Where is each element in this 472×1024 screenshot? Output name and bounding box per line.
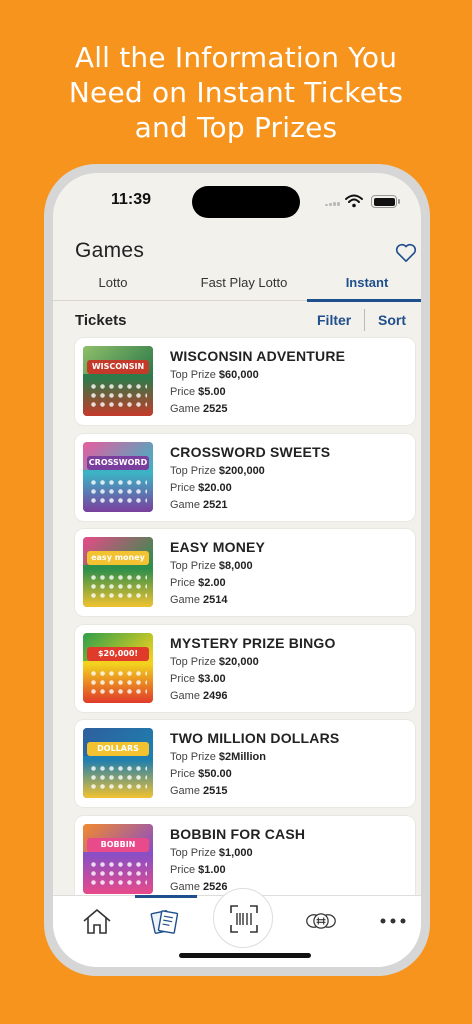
top-prize: Top Prize $1,000 (170, 846, 253, 859)
headline-line-2: Need on Instant Tickets (68, 76, 404, 109)
nav-active-indicator (135, 895, 197, 898)
headline-line-3: and Top Prizes (134, 111, 338, 144)
tickets-icon[interactable] (149, 906, 181, 936)
filter-button[interactable]: Filter (317, 312, 351, 328)
page-title: Games (75, 239, 145, 262)
ticket-thumbnail: WISCONSIN (83, 346, 153, 416)
more-icon[interactable] (377, 906, 409, 936)
top-prize: Top Prize $8,000 (170, 560, 253, 572)
active-tab-indicator (307, 299, 421, 302)
ticket-thumbnail: $20,000! (83, 632, 153, 703)
game-number-value: 2526 (203, 880, 228, 893)
game-number-value: 2514 (203, 594, 228, 606)
tab-instant[interactable]: Instant (307, 275, 421, 290)
game-number-value: 2525 (203, 403, 228, 415)
game-number: Game 2521 (170, 498, 228, 511)
ticket-name: BOBBIN FOR CASH (170, 825, 306, 842)
price-value: $20.00 (198, 481, 232, 494)
top-prize-value: $60,000 (218, 369, 259, 381)
headline-line-1: All the Information You (74, 41, 398, 74)
tickets-section-header: Tickets Filter Sort (53, 309, 421, 333)
top-prize: Top Prize $200,000 (170, 464, 265, 477)
ticket-name: WISCONSIN ADVENTURE (170, 348, 346, 364)
tab-lotto[interactable]: Lotto (83, 275, 143, 290)
price: Price $2.00 (170, 577, 226, 589)
ticket-thumbnail-logo: BOBBIN (87, 837, 149, 852)
scan-icon (230, 905, 258, 933)
top-prize-value: $8,000 (218, 560, 253, 572)
ticket-name: MYSTERY PRIZE BINGO (170, 634, 336, 651)
numbers-icon[interactable] (305, 906, 337, 936)
battery-icon (371, 195, 400, 208)
price: Price $5.00 (170, 386, 226, 398)
top-prize: Top Prize $60,000 (170, 369, 259, 381)
ticket-name: CROSSWORD SWEETS (170, 443, 331, 460)
price-value: $50.00 (198, 768, 232, 780)
price-value: $2.00 (198, 577, 226, 589)
scan-button[interactable] (213, 888, 273, 948)
ticket-thumbnail: BOBBIN (83, 823, 153, 894)
ticket-thumbnail: CROSSWORD (83, 441, 153, 512)
price-value: $3.00 (198, 672, 226, 685)
top-prize-value: $1,000 (218, 846, 253, 859)
promo-headline: All the Information You Need on Instant … (0, 40, 472, 145)
ticket-name: EASY MONEY (170, 539, 266, 555)
ticket-thumbnail-logo: CROSSWORD (87, 455, 149, 470)
ticket-thumbnail-logo: easy money (87, 551, 149, 565)
phone-frame: 11:39 Games Lotto Fast Play Lotto Instan… (44, 164, 430, 976)
game-number-value: 2521 (203, 498, 228, 511)
price: Price $3.00 (170, 672, 226, 685)
price-value: $5.00 (198, 386, 226, 398)
favorites-heart-icon[interactable] (395, 243, 417, 263)
status-bar: 11:39 (53, 173, 421, 223)
header: Games (53, 231, 421, 271)
top-prize: Top Prize $20,000 (170, 655, 259, 668)
top-prize-value: $20,000 (218, 655, 259, 668)
sort-button[interactable]: Sort (378, 312, 406, 328)
top-prize: Top Prize $2Million (170, 751, 266, 763)
home-indicator (179, 953, 311, 958)
ticket-card[interactable]: WISCONSIN WISCONSIN ADVENTURE Top Prize $6… (75, 338, 415, 425)
game-number: Game 2515 (170, 785, 228, 797)
status-time: 11:39 (111, 191, 152, 208)
app-screen: 11:39 Games Lotto Fast Play Lotto Instan… (53, 173, 421, 967)
ticket-card[interactable]: CROSSWORD CROSSWORD SWEETS Top Prize $200,… (75, 433, 415, 521)
top-prize-value: $200,000 (218, 464, 265, 477)
ticket-card[interactable]: DOLLARS TWO MILLION DOLLARS Top Prize $2Mi… (75, 720, 415, 807)
game-number: Game 2514 (170, 594, 228, 606)
ticket-card[interactable]: easy money EASY MONEY Top Prize $8,000 Pric… (75, 529, 415, 616)
game-number-value: 2496 (203, 689, 228, 702)
dynamic-island (192, 186, 300, 218)
price-value: $1.00 (198, 863, 226, 876)
ticket-thumbnail-logo: WISCONSIN (87, 360, 149, 374)
wifi-icon (345, 194, 363, 208)
home-icon[interactable] (81, 906, 113, 936)
game-number: Game 2526 (170, 880, 228, 893)
game-number: Game 2525 (170, 403, 228, 415)
ticket-name: TWO MILLION DOLLARS (170, 730, 340, 746)
game-tabs: Lotto Fast Play Lotto Instant (53, 269, 421, 302)
ticket-thumbnail: DOLLARS (83, 728, 153, 798)
tab-fast-play-lotto[interactable]: Fast Play Lotto (181, 275, 307, 290)
price: Price $50.00 (170, 768, 232, 780)
ticket-thumbnail-logo: $20,000! (87, 646, 149, 661)
divider (364, 309, 365, 331)
ticket-thumbnail-logo: DOLLARS (87, 742, 149, 756)
section-title: Tickets (75, 312, 127, 329)
top-prize-value: $2Million (218, 751, 266, 763)
signal-icon (325, 202, 341, 206)
game-number-value: 2515 (203, 785, 228, 797)
ticket-thumbnail: easy money (83, 537, 153, 607)
ticket-list: WISCONSIN WISCONSIN ADVENTURE Top Prize $6… (75, 338, 415, 911)
price: Price $1.00 (170, 863, 226, 876)
price: Price $20.00 (170, 481, 232, 494)
game-number: Game 2496 (170, 689, 228, 702)
ticket-card[interactable]: $20,000! MYSTERY PRIZE BINGO Top Prize $20… (75, 624, 415, 712)
